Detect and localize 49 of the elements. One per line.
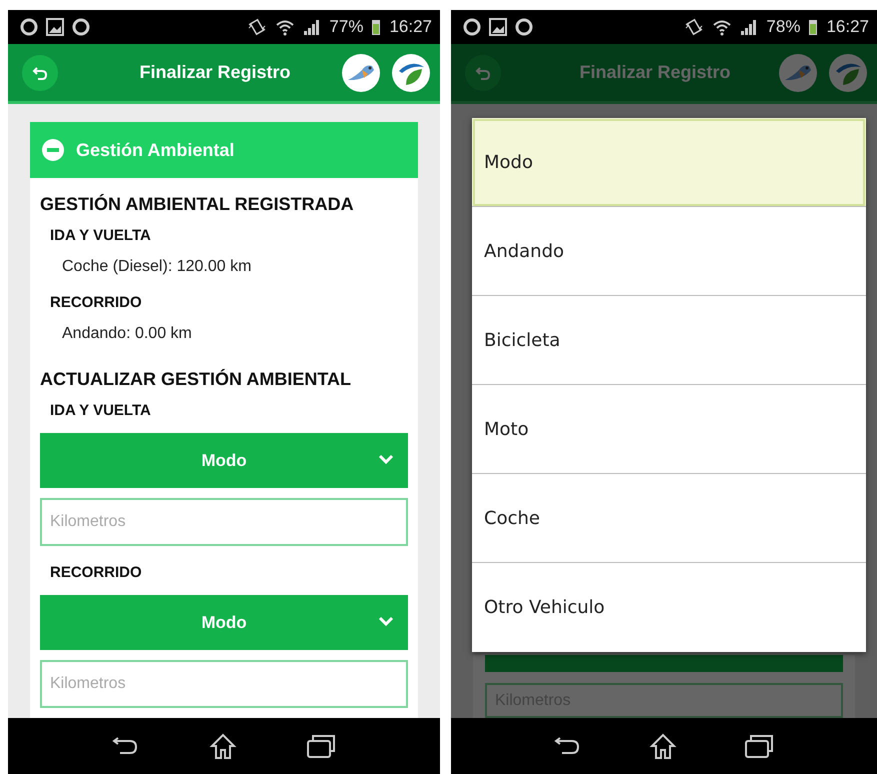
group-heading: RECORRIDO: [50, 564, 143, 581]
back-arrow-icon: [32, 64, 48, 80]
battery-percent: 77%: [329, 17, 364, 37]
signal-icon: [303, 18, 322, 36]
dialog-option[interactable]: Otro Vehiculo: [472, 563, 866, 652]
leaf-logo-button[interactable]: [829, 54, 867, 92]
section-title: ACTUALIZAR GESTIÓN AMBIENTAL: [40, 369, 352, 390]
clock: 16:27: [389, 17, 432, 37]
dialog-option[interactable]: Coche: [472, 474, 866, 563]
group-heading: IDA Y VUELTA: [50, 227, 152, 244]
recent-apps-button[interactable]: [744, 733, 774, 759]
battery-icon: [808, 18, 818, 36]
chevron-down-icon: [378, 453, 394, 465]
group-heading: RECORRIDO: [50, 294, 143, 311]
dialog-option[interactable]: Andando: [472, 207, 866, 296]
leaf-logo-button[interactable]: [392, 54, 430, 92]
back-button[interactable]: [22, 54, 58, 90]
recent-apps-button[interactable]: [306, 733, 336, 759]
notification-icon: [20, 18, 38, 36]
home-button[interactable]: [648, 732, 677, 760]
vibrate-icon: [247, 18, 268, 36]
battery-percent: 78%: [766, 17, 800, 37]
wifi-icon: [712, 18, 732, 36]
group-heading: IDA Y VUELTA: [50, 402, 152, 419]
kilometers-field[interactable]: Kilometros: [40, 660, 408, 708]
dialog-option[interactable]: Modo: [472, 118, 866, 207]
minus-circle-icon: [42, 139, 64, 161]
distance-entry: Coche (Diesel): 120.00 km: [62, 258, 252, 276]
vibrate-icon: [684, 18, 704, 36]
signal-icon: [740, 18, 758, 36]
battery-icon: [371, 18, 382, 36]
distance-entry: Andando: 0.00 km: [62, 325, 193, 343]
wifi-icon: [275, 18, 296, 36]
clock: 16:27: [826, 17, 869, 37]
dialog-option[interactable]: Bicicleta: [472, 296, 866, 385]
dialog-option[interactable]: Moto: [472, 385, 866, 474]
chevron-down-icon: [378, 615, 394, 627]
app-bar-title: Finalizar Registro: [138, 62, 292, 83]
kilometers-field[interactable]: Kilometros: [40, 498, 408, 546]
notification-icon: [72, 18, 90, 36]
section-title: GESTIÓN AMBIENTAL REGISTRADA: [40, 194, 355, 215]
image-icon: [489, 18, 507, 36]
app-bar-title: Finalizar Registro: [578, 62, 732, 83]
bird-logo-button[interactable]: [342, 54, 380, 92]
notification-icon: [515, 18, 533, 36]
back-arrow-icon: [475, 64, 491, 80]
home-button[interactable]: [208, 732, 237, 760]
image-icon: [46, 18, 64, 36]
notification-icon: [463, 18, 481, 36]
